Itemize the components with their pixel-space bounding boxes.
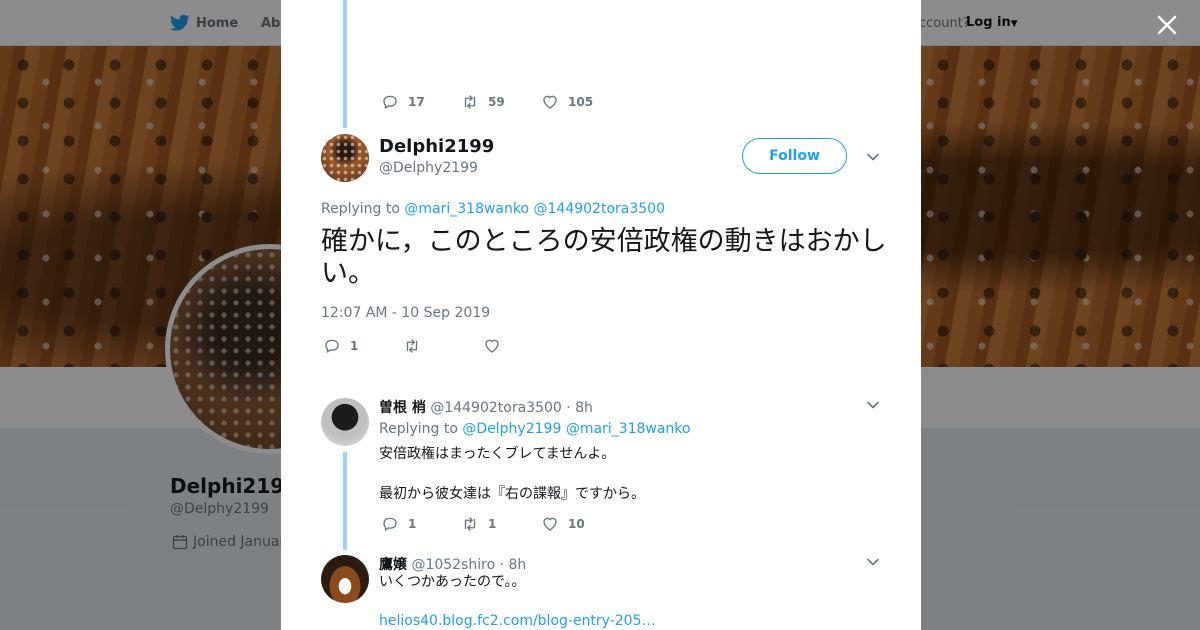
reply-text-line: 安倍政権はまったくブレてませんよ。 xyxy=(379,446,616,462)
reply-header: 鷹嬢 @1052shiro · 8h xyxy=(379,554,526,574)
like-count: 10 xyxy=(568,517,585,531)
reply-button[interactable]: 17 xyxy=(381,93,461,111)
mention-link[interactable]: @Delphy2199 xyxy=(462,421,561,437)
retweet-button[interactable]: 1 xyxy=(461,515,541,533)
like-button[interactable]: 10 xyxy=(541,515,621,533)
replying-label: Replying to xyxy=(321,201,400,217)
heart-icon xyxy=(485,339,499,353)
reply-time[interactable]: · 8h xyxy=(566,400,593,416)
chevron-down-icon[interactable] xyxy=(865,397,881,413)
reply-count: 1 xyxy=(408,517,417,531)
heart-icon xyxy=(543,95,557,109)
mention-link[interactable]: @mari_318wanko xyxy=(404,201,529,217)
reply-text-line: いくつかあったので。。 xyxy=(379,574,526,590)
reply-author-name[interactable]: 曽根 梢 xyxy=(379,400,426,416)
reply-external-link[interactable]: helios40.blog.fc2.com/blog-entry-205… xyxy=(379,613,656,629)
reply-count: 17 xyxy=(408,95,425,109)
main-tweet-text: 確かに，このところの安倍政権の動きはおかしい。 xyxy=(321,226,887,289)
main-tweet-avatar[interactable] xyxy=(321,134,369,182)
like-count: 105 xyxy=(568,95,594,109)
reply-author-handle[interactable]: @1052shiro xyxy=(411,557,495,573)
main-tweet-actions: 1 xyxy=(323,337,563,355)
reply-button[interactable]: 1 xyxy=(381,515,461,533)
retweet-button[interactable]: 59 xyxy=(461,93,541,111)
reply-avatar[interactable] xyxy=(321,555,369,603)
main-tweet-replying-to: Replying to @mari_318wanko @144902tora35… xyxy=(321,201,665,217)
reply-author-handle[interactable]: @144902tora3500 xyxy=(430,400,561,416)
retweet-button[interactable] xyxy=(403,337,483,355)
close-modal-button[interactable] xyxy=(1154,12,1180,38)
reply-button[interactable]: 1 xyxy=(323,337,403,355)
heart-icon xyxy=(543,517,557,531)
follow-button[interactable]: Follow xyxy=(742,138,847,174)
reply-text-line: 最初から彼女達は『右の諜報』ですから。 xyxy=(379,486,645,502)
thread-connector-line xyxy=(343,0,347,128)
reply-replying-to: Replying to @Delphy2199 @mari_318wanko xyxy=(379,421,690,437)
chevron-down-icon[interactable] xyxy=(865,554,881,570)
reply-avatar[interactable] xyxy=(321,398,369,446)
retweet-count: 1 xyxy=(488,517,497,531)
reply-icon xyxy=(383,517,397,531)
like-button[interactable] xyxy=(483,337,563,355)
reply-header: 曽根 梢 @144902tora3500 · 8h xyxy=(379,397,593,417)
mention-link[interactable]: @mari_318wanko xyxy=(566,421,691,437)
like-button[interactable]: 105 xyxy=(541,93,621,111)
prev-tweet-actions: 17 59 105 xyxy=(381,93,621,111)
reply-time[interactable]: · 8h xyxy=(500,557,527,573)
reply-actions: 1 1 10 xyxy=(381,515,621,533)
reply-count: 1 xyxy=(350,339,359,353)
close-icon xyxy=(1157,15,1177,35)
retweet-icon xyxy=(406,339,418,353)
retweet-icon xyxy=(464,95,476,109)
mention-link[interactable]: @144902tora3500 xyxy=(534,201,665,217)
retweet-count: 59 xyxy=(488,95,505,109)
reply-author-name[interactable]: 鷹嬢 xyxy=(379,557,407,573)
main-tweet-author-name[interactable]: Delphi2199 xyxy=(379,136,494,157)
retweet-icon xyxy=(464,517,476,531)
chevron-down-icon[interactable] xyxy=(865,149,881,165)
thread-connector-line xyxy=(343,452,347,550)
main-tweet-timestamp[interactable]: 12:07 AM - 10 Sep 2019 xyxy=(321,305,490,321)
reply-icon xyxy=(325,339,339,353)
main-tweet-author-handle[interactable]: @Delphy2199 xyxy=(379,160,478,176)
replying-label: Replying to xyxy=(379,421,458,437)
reply-icon xyxy=(383,95,397,109)
